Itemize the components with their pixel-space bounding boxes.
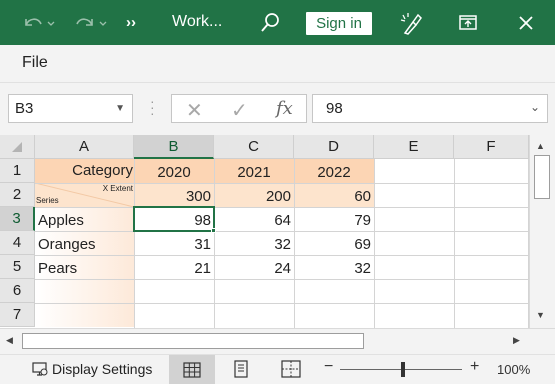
horizontal-scrollbar[interactable]: ◀ ▶	[0, 328, 555, 354]
insert-function-icon[interactable]: fx	[276, 98, 293, 119]
row-header-6[interactable]: 6	[0, 279, 35, 303]
extent-cell-d[interactable]: 60	[294, 188, 371, 205]
enter-icon[interactable]: ✓	[231, 98, 248, 123]
ideas-icon	[400, 12, 422, 35]
row-header-5[interactable]: 5	[0, 255, 35, 279]
more-commands-icon[interactable]: ››	[120, 0, 142, 45]
series-cell-apples[interactable]: Apples	[38, 212, 84, 229]
close-icon	[519, 15, 533, 30]
page-layout-icon	[234, 360, 248, 378]
search-icon	[261, 12, 279, 32]
row-header-3[interactable]: 3	[0, 207, 35, 231]
normal-view-icon	[183, 361, 201, 378]
column-header-a[interactable]: A	[35, 135, 134, 159]
undo-icon	[25, 17, 55, 26]
page-layout-view-button[interactable]	[232, 360, 250, 381]
data-cell-d5[interactable]: 32	[294, 260, 371, 277]
active-cell-border	[133, 206, 215, 232]
document-title: Work...	[172, 13, 223, 30]
redo-button[interactable]	[70, 0, 110, 45]
close-button[interactable]	[511, 0, 541, 45]
name-box[interactable]: B3 ▼	[8, 94, 133, 123]
series-cell-pears[interactable]: Pears	[38, 260, 77, 277]
data-cell-d4[interactable]: 69	[294, 236, 371, 253]
x-extent-label: X Extent	[102, 184, 133, 193]
display-settings-icon	[32, 362, 48, 376]
ideas-button[interactable]	[396, 0, 426, 45]
display-settings-label: Display Settings	[52, 361, 153, 377]
name-box-value: B3	[15, 100, 34, 117]
cancel-icon[interactable]: ✕	[186, 98, 203, 123]
vertical-scrollbar[interactable]: ▲ ▼	[529, 135, 555, 328]
row-header-4[interactable]: 4	[0, 231, 35, 255]
fill-handle[interactable]	[211, 228, 216, 233]
extent-cell-b[interactable]: 300	[134, 188, 211, 205]
scroll-left-icon[interactable]: ◀	[6, 335, 13, 346]
scroll-right-icon[interactable]: ▶	[513, 335, 520, 346]
zoom-in-button[interactable]: +	[470, 358, 479, 376]
year-cell-2020[interactable]: 2020	[134, 164, 214, 181]
vertical-scroll-thumb[interactable]	[534, 155, 550, 199]
series-label: Series	[36, 196, 59, 205]
row-header-1[interactable]: 1	[0, 159, 35, 183]
select-all-corner[interactable]	[0, 135, 35, 159]
display-settings-button[interactable]: Display Settings	[32, 361, 152, 377]
restore-window-icon	[459, 14, 477, 30]
status-bar: Display Settings − + 100%	[0, 354, 555, 384]
file-tab[interactable]: File	[22, 54, 48, 72]
page-break-view-button[interactable]	[281, 360, 301, 381]
restore-window-button[interactable]	[453, 0, 483, 45]
horizontal-scroll-thumb[interactable]	[22, 333, 364, 349]
expand-formula-icon[interactable]: ⌄	[530, 100, 540, 114]
worksheet-grid[interactable]: A B C D E F 1 2 3 4 5 6 7 Category 2020 …	[0, 135, 555, 328]
zoom-out-button[interactable]: −	[324, 358, 333, 376]
title-bar: ›› Work... Sign in	[0, 0, 555, 45]
data-cell-c5[interactable]: 24	[214, 260, 291, 277]
row-header-2[interactable]: 2	[0, 183, 35, 207]
row-header-7[interactable]: 7	[0, 303, 35, 327]
name-box-dropdown-icon[interactable]: ▼	[115, 103, 125, 114]
formula-bar-grip-icon: · · ·	[150, 93, 155, 121]
data-cell-b4[interactable]: 31	[134, 236, 211, 253]
column-header-b[interactable]: B	[134, 135, 214, 159]
select-all-icon	[12, 141, 22, 152]
data-cell-c4[interactable]: 32	[214, 236, 291, 253]
formula-buttons: ✕ ✓ fx	[171, 94, 307, 123]
column-header-d[interactable]: D	[294, 135, 374, 159]
page-break-preview-icon	[281, 360, 301, 378]
normal-view-button[interactable]	[169, 355, 215, 384]
category-header-cell[interactable]: Category	[35, 162, 134, 179]
year-cell-2022[interactable]: 2022	[294, 164, 374, 181]
zoom-level[interactable]: 100%	[497, 362, 530, 377]
column-header-e[interactable]: E	[374, 135, 454, 159]
formula-bar: B3 ▼ · · · ✕ ✓ fx 98 ⌄	[0, 83, 555, 135]
data-cell-b5[interactable]: 21	[134, 260, 211, 277]
year-cell-2021[interactable]: 2021	[214, 164, 294, 181]
sign-in-button[interactable]: Sign in	[306, 12, 372, 35]
scroll-up-icon[interactable]: ▲	[536, 141, 545, 151]
ribbon-tabs: File	[0, 45, 555, 83]
data-cell-c3[interactable]: 64	[214, 212, 291, 229]
extent-cell-c[interactable]: 200	[214, 188, 291, 205]
search-button[interactable]	[256, 0, 284, 45]
zoom-slider-thumb[interactable]	[401, 362, 405, 377]
undo-button[interactable]	[20, 0, 58, 45]
data-cell-d3[interactable]: 79	[294, 212, 371, 229]
series-cell-oranges[interactable]: Oranges	[38, 236, 96, 253]
formula-value: 98	[326, 100, 343, 117]
column-header-f[interactable]: F	[454, 135, 529, 159]
column-header-c[interactable]: C	[214, 135, 294, 159]
formula-input[interactable]: 98 ⌄	[312, 94, 548, 123]
redo-icon	[76, 17, 107, 26]
scroll-down-icon[interactable]: ▼	[536, 310, 545, 320]
